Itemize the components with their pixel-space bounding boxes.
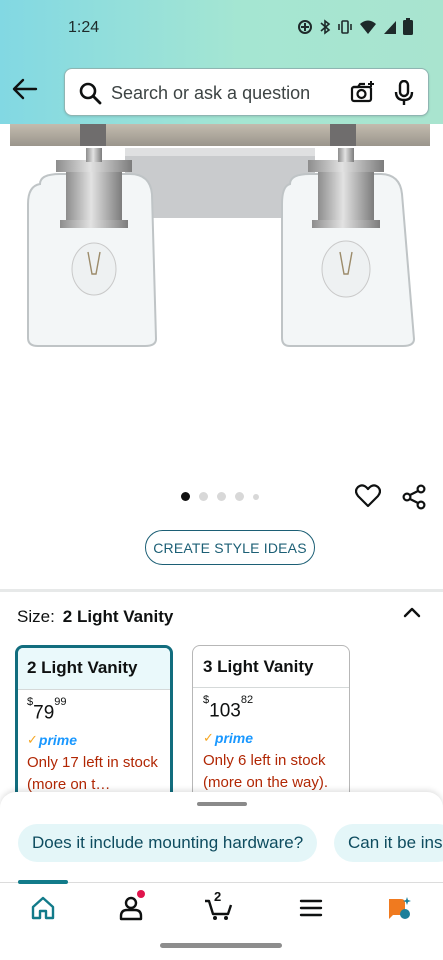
account-icon [119,896,143,921]
share-icon [402,484,426,510]
option-name: 3 Light Vanity [193,646,349,688]
create-style-ideas-button[interactable]: CREATE STYLE IDEAS [145,530,315,565]
nav-active-indicator [18,880,68,884]
carousel-dot[interactable] [181,492,190,501]
nav-account[interactable] [116,890,146,923]
home-icon [31,896,55,920]
camera-icon[interactable] [350,80,376,104]
data-saver-icon [298,19,312,34]
status-icons [297,18,413,35]
suggestion-chip[interactable]: Can it be ins [334,824,443,862]
status-bar: 1:24 [0,0,443,56]
prime-badge: ✓ prime [203,730,254,747]
carousel-dot[interactable] [235,492,244,501]
back-button[interactable] [10,74,40,104]
prime-badge: ✓ prime [27,732,78,749]
carousel-dot[interactable] [253,493,259,500]
cart-count: 2 [214,889,222,904]
carousel-dots[interactable] [181,492,259,501]
sheet-grabber[interactable] [197,802,247,806]
selected-size: 2 Light Vanity [62,607,174,626]
stock-status: Only 6 left in stock (more on the way). [203,752,329,792]
option-price: $7999 [27,696,67,724]
prime-check-icon: ✓ [203,730,214,746]
size-option-3-light[interactable]: 3 Light Vanity $10382 ✓ prime Only 6 left… [192,645,350,815]
prime-check-icon: ✓ [27,732,38,748]
status-time: 1:24 [68,19,100,36]
heart-icon [354,484,382,508]
microphone-icon[interactable] [394,80,414,106]
carousel-dot[interactable] [199,492,208,501]
nav-menu[interactable] [296,893,326,923]
chevron-up-icon[interactable] [402,603,422,626]
battery-icon [403,18,413,35]
search-icon [79,82,102,105]
option-price: $10382 [203,694,254,722]
carousel-dot[interactable] [217,492,226,501]
size-selector-header[interactable]: Size: 2 Light Vanity [17,607,173,627]
rufus-icon [389,897,411,919]
menu-icon [299,899,323,917]
search-bar[interactable] [64,68,429,116]
bottom-nav: 2 [0,880,443,934]
nav-rufus[interactable] [384,893,414,923]
vibrate-icon [338,19,352,34]
suggestions-sheet[interactable]: Does it include mounting hardware? Can i… [0,792,443,882]
suggestion-chip[interactable]: Does it include mounting hardware? [18,824,318,862]
nav-home[interactable] [28,893,58,923]
option-name: 2 Light Vanity [18,648,170,690]
signal-icon [384,20,396,34]
notification-dot [137,890,145,898]
size-label: Size: [17,607,55,626]
wifi-icon [360,20,376,34]
vanity-light-image [10,124,430,347]
wishlist-button[interactable] [354,484,382,513]
size-option-2-light[interactable]: 2 Light Vanity $7999 ✓ prime Only 17 left… [15,645,173,815]
search-input[interactable] [111,79,331,107]
bluetooth-icon [320,18,331,35]
nav-cart[interactable]: 2 [204,889,234,923]
section-divider [0,589,443,592]
stock-status: Only 17 left in stock (more on t… [27,754,158,794]
share-button[interactable] [401,484,427,515]
back-arrow-icon [12,78,38,100]
product-image[interactable] [0,124,443,464]
home-gesture-bar[interactable] [160,943,282,948]
